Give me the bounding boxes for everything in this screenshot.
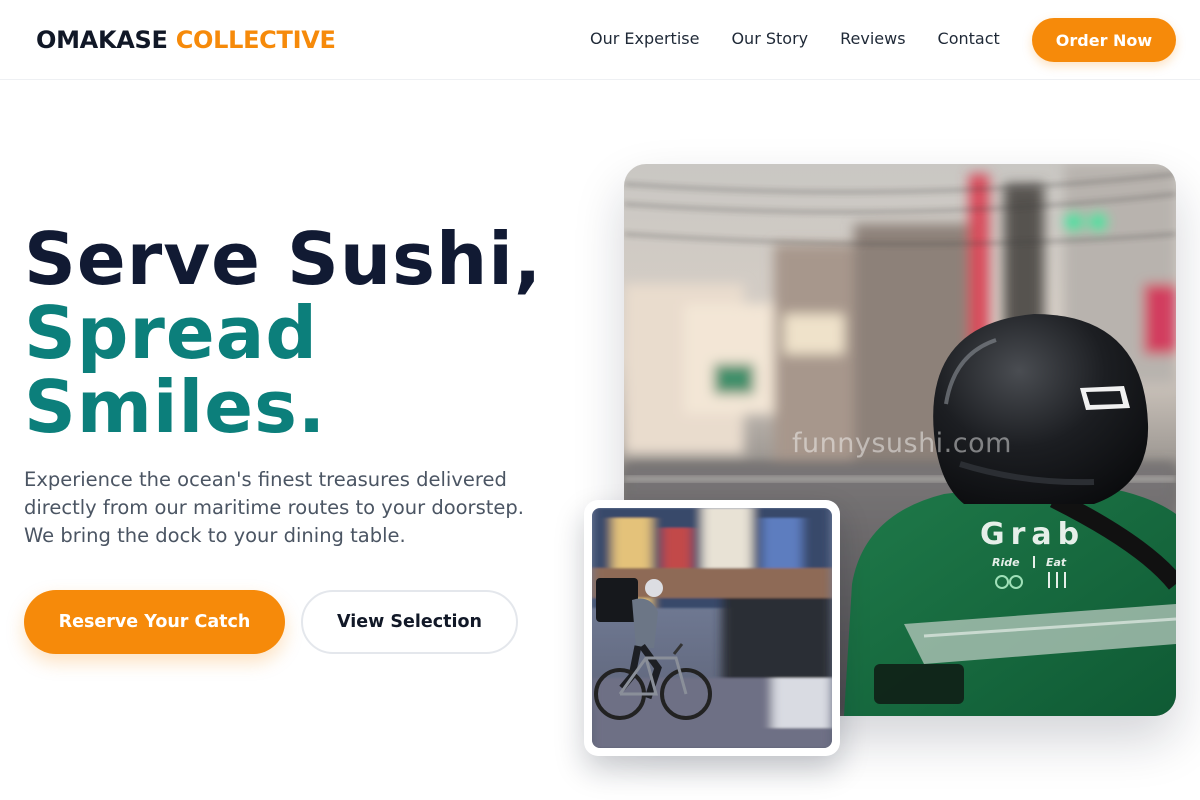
view-selection-button[interactable]: View Selection bbox=[301, 590, 518, 654]
main-nav: Our Expertise Our Story Reviews Contact bbox=[590, 28, 1000, 50]
brand-name-part1: OMAKASE bbox=[36, 26, 168, 54]
jacket-ride-text: Ride bbox=[992, 556, 1020, 569]
nav-link-reviews[interactable]: Reviews bbox=[840, 28, 905, 50]
headline-line-2: Spread bbox=[24, 291, 318, 375]
hero-inset-photo bbox=[584, 500, 840, 756]
hero-headline: Serve Sushi, Spread Smiles. bbox=[24, 222, 542, 444]
headline-line-1: Serve Sushi, bbox=[24, 217, 543, 301]
nav-link-expertise[interactable]: Our Expertise bbox=[590, 28, 699, 50]
nav-link-story[interactable]: Our Story bbox=[731, 28, 808, 50]
cyclist-photo-illustration bbox=[592, 508, 832, 748]
image-watermark: funnysushi.com bbox=[792, 428, 1012, 459]
nav-link-contact[interactable]: Contact bbox=[938, 28, 1000, 50]
headline-line-3: Smiles. bbox=[24, 365, 327, 449]
brand-logo[interactable]: OMAKASE COLLECTIVE bbox=[36, 24, 336, 56]
order-now-button[interactable]: Order Now bbox=[1032, 18, 1176, 62]
reserve-catch-button[interactable]: Reserve Your Catch bbox=[24, 590, 285, 654]
brand-name-part2: COLLECTIVE bbox=[175, 26, 336, 54]
inset-photo-frame bbox=[592, 508, 832, 748]
jacket-eat-text: Eat bbox=[1046, 556, 1067, 569]
jacket-brand-text: Grab bbox=[980, 517, 1085, 552]
top-navigation-bar: OMAKASE COLLECTIVE Our Expertise Our Sto… bbox=[0, 0, 1200, 80]
hero-subtext: Experience the ocean's finest treasures … bbox=[24, 468, 524, 547]
